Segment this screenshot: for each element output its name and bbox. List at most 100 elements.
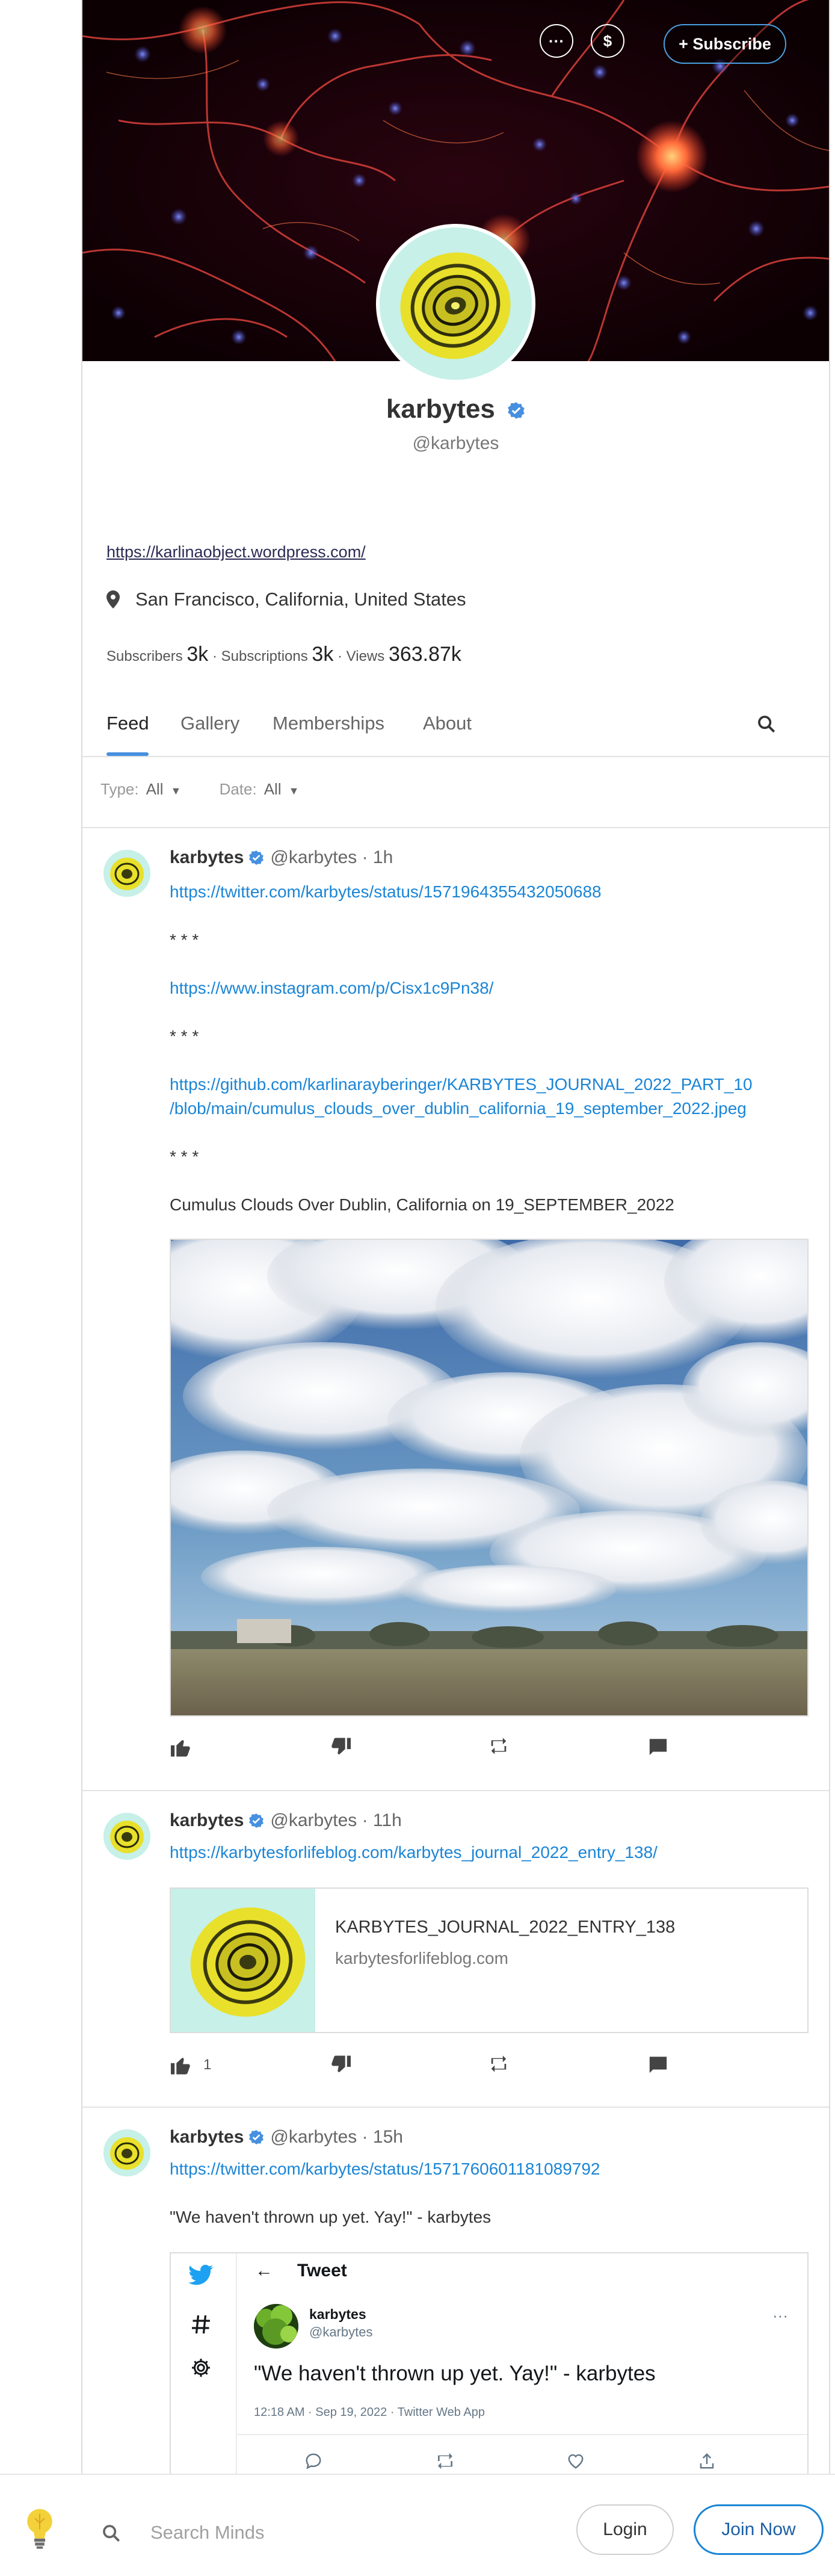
location-pin-icon (106, 590, 120, 608)
post-author[interactable]: karbytes (170, 847, 244, 868)
post-link[interactable]: https://www.instagram.com/p/Cisx1c9Pn38/ (170, 976, 813, 1000)
subscriptions-count[interactable]: 3k (312, 643, 333, 666)
upvote-button[interactable]: 1 (170, 2055, 211, 2075)
subscribers-count[interactable]: 3k (186, 643, 208, 666)
feed-post: karbytes @karbytes · 1h https://twitter.… (82, 828, 829, 1791)
tab-memberships[interactable]: Memberships (273, 713, 384, 734)
downvote-button[interactable] (329, 1737, 352, 1757)
post-actions (170, 1737, 819, 1761)
active-tab-indicator (106, 752, 149, 756)
link-preview-thumbnail (171, 1889, 315, 2032)
heart-icon[interactable] (567, 2452, 585, 2470)
thumbs-down-icon (331, 2055, 351, 2072)
twitter-bird-icon[interactable] (188, 2264, 214, 2287)
tip-button[interactable]: $ (591, 24, 624, 58)
tweet-more-icon[interactable]: ··· (772, 2306, 788, 2325)
share-icon[interactable] (698, 2452, 716, 2470)
date-filter-label: Date: (219, 780, 257, 798)
link-preview-card[interactable]: KARBYTES_JOURNAL_2022_ENTRY_138 karbytes… (170, 1887, 809, 2033)
profile-website-link[interactable]: https://karlinaobject.wordpress.com/ (106, 543, 366, 562)
back-arrow-icon[interactable]: ← (255, 2261, 273, 2281)
post-caption: Cumulus Clouds Over Dublin, California o… (170, 1195, 674, 1214)
comment-button[interactable] (648, 1737, 668, 1756)
post-link[interactable]: https://karbytesforlifeblog.com/karbytes… (170, 1841, 813, 1865)
avatar[interactable] (103, 850, 150, 897)
tweet-header: ← Tweet (255, 2261, 347, 2281)
profile-stats: Subscribers 3k · Subscriptions 3k · View… (106, 643, 461, 666)
avatar[interactable] (103, 2129, 150, 2176)
tweet-content: ← Tweet karbytes @karbytes ··· "We haven… (237, 2253, 807, 2492)
post-time[interactable]: · 1h (362, 847, 393, 868)
bottom-bar: Search Minds Login Join Now (0, 2474, 835, 2576)
post-image[interactable] (170, 1239, 809, 1717)
login-button[interactable]: Login (576, 2504, 674, 2555)
date-filter[interactable]: Date: All ▼ (220, 780, 300, 798)
post-link[interactable]: https://twitter.com/karbytes/status/1571… (170, 2157, 813, 2181)
right-rail (829, 0, 835, 2576)
dollar-icon: $ (603, 31, 612, 50)
channel-name-text: karbytes (386, 394, 495, 424)
avatar[interactable] (103, 1813, 150, 1860)
search-icon[interactable] (756, 714, 777, 734)
thumbs-up-icon (171, 1740, 190, 1757)
tweet-author-handle[interactable]: @karbytes (309, 2324, 372, 2340)
tweet-avatar[interactable] (254, 2304, 298, 2348)
channel-avatar[interactable] (376, 224, 535, 383)
upvote-button[interactable] (170, 1737, 193, 1757)
search-input[interactable]: Search Minds (150, 2522, 265, 2543)
divider (237, 2434, 807, 2435)
downvote-button[interactable] (329, 2055, 352, 2075)
tab-gallery[interactable]: Gallery (180, 713, 239, 734)
post-actions: 1 (170, 2055, 819, 2079)
channel-handle: @karbytes (412, 433, 499, 453)
location-text: San Francisco, California, United States (135, 589, 466, 610)
subscribe-button[interactable]: + Subscribe (664, 24, 786, 64)
post-handle[interactable]: @karbytes (270, 2127, 357, 2147)
embedded-tweet[interactable]: ← Tweet karbytes @karbytes ··· "We haven… (170, 2252, 809, 2493)
post-header: karbytes @karbytes · 1h (170, 847, 393, 868)
stats-separator: · (212, 648, 217, 664)
post-time[interactable]: · 15h (362, 2127, 403, 2147)
remind-button[interactable] (488, 1737, 509, 1755)
post-link-continued[interactable]: /blob/main/cumulus_clouds_over_dublin_ca… (170, 1097, 813, 1121)
retweet-icon[interactable] (436, 2452, 455, 2470)
post-handle[interactable]: @karbytes (270, 1810, 357, 1831)
channel-tabs: Feed Gallery Memberships About (82, 704, 829, 757)
feed-post: karbytes @karbytes · 11h https://karbyte… (82, 1791, 829, 2108)
minds-logo-icon[interactable] (23, 2507, 57, 2550)
tab-feed[interactable]: Feed (106, 713, 149, 734)
hashtag-icon[interactable] (190, 2314, 212, 2335)
link-preview-title: KARBYTES_JOURNAL_2022_ENTRY_138 (335, 1918, 676, 1937)
gear-icon[interactable] (190, 2357, 212, 2379)
thumbs-down-icon (331, 1738, 351, 1754)
profile-location: San Francisco, California, United States (106, 589, 466, 610)
stats-separator: · (337, 648, 342, 664)
post-link[interactable]: https://github.com/karlinarayberinger/KA… (170, 1073, 813, 1097)
tab-about[interactable]: About (423, 713, 472, 734)
post-text: "We haven't thrown up yet. Yay!" - karby… (170, 2208, 491, 2226)
post-author[interactable]: karbytes (170, 2127, 244, 2147)
comment-icon (649, 2057, 667, 2073)
post-text: * * * (170, 930, 199, 949)
post-link[interactable]: https://twitter.com/karbytes/status/1571… (170, 880, 813, 904)
type-filter[interactable]: Type: All ▼ (100, 780, 186, 798)
post-text: * * * (170, 1147, 199, 1166)
join-now-button[interactable]: Join Now (694, 2504, 824, 2555)
remind-button[interactable] (488, 2055, 509, 2073)
post-time[interactable]: · 11h (362, 1810, 402, 1831)
channel-name: karbytes (82, 394, 829, 424)
verified-badge-icon (249, 850, 264, 865)
link-preview-domain: karbytesforlifeblog.com (335, 1949, 508, 1968)
tweet-author-name[interactable]: karbytes (309, 2306, 366, 2323)
more-options-button[interactable]: ··· (540, 24, 573, 58)
post-handle[interactable]: @karbytes (270, 847, 357, 868)
subscribers-label: Subscribers (106, 648, 183, 664)
views-count: 363.87k (388, 643, 461, 666)
post-author[interactable]: karbytes (170, 1810, 244, 1831)
tweet-text: "We haven't thrown up yet. Yay!" - karby… (254, 2362, 656, 2385)
tweet-actions (237, 2452, 807, 2476)
comment-button[interactable] (648, 2055, 668, 2074)
reply-icon[interactable] (304, 2452, 322, 2470)
search-icon (103, 2525, 120, 2542)
repost-icon (491, 2055, 507, 2072)
